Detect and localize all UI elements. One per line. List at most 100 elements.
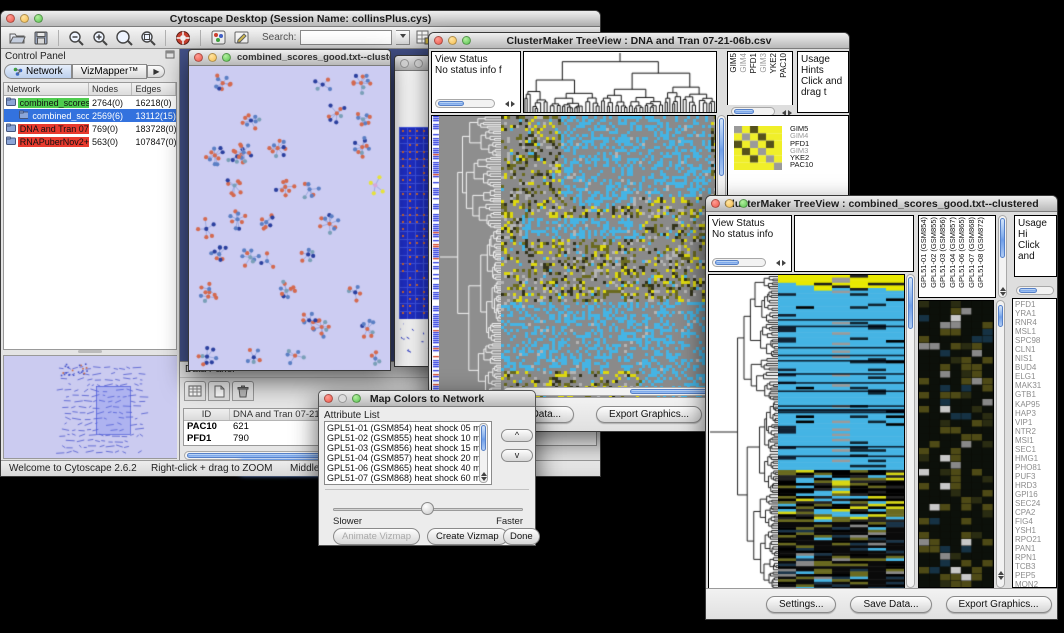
main-window-titlebar[interactable]: Cytoscape Desktop (Session Name: collins… xyxy=(1,11,600,27)
network-row[interactable]: DNA and Tran 07 769(0) 183728(0) xyxy=(4,122,176,135)
network-row[interactable]: combined_sco 2569(6) 13112(15) xyxy=(4,109,176,122)
tv2-gene-label[interactable]: MSL1 xyxy=(1015,327,1054,336)
zoom-selected-icon[interactable] xyxy=(138,29,158,47)
dialog-titlebar[interactable]: Map Colors to Network xyxy=(319,391,535,407)
tv2-gene-label[interactable]: PHO81 xyxy=(1015,463,1054,472)
tv2-column-label[interactable]: GPL51-06 (GSM865) xyxy=(958,217,967,288)
tv2-gene-label[interactable]: VIP1 xyxy=(1015,418,1054,427)
tv2-column-label[interactable]: GPL51-04 (GSM857) xyxy=(949,217,958,288)
col-header-nodes[interactable]: Nodes xyxy=(89,83,133,95)
col-header-network[interactable]: Network xyxy=(4,83,89,95)
tv2-column-label[interactable]: GPL51-08 (GSM872) xyxy=(977,217,986,288)
tv2-gene-label[interactable]: HMG1 xyxy=(1015,454,1054,463)
save-session-icon[interactable] xyxy=(31,29,51,47)
col-header-edges[interactable]: Edges xyxy=(132,83,176,95)
tv2-column-label[interactable]: GPL51-07 (GSM868) xyxy=(968,217,977,288)
col-header-id[interactable]: ID xyxy=(184,409,230,420)
search-input[interactable] xyxy=(300,30,392,45)
scroll-arrows[interactable] xyxy=(998,568,1004,583)
zoom-button[interactable] xyxy=(739,199,748,208)
tv2-gene-label[interactable]: TCB3 xyxy=(1015,562,1054,571)
tv2-gene-label[interactable]: BUD4 xyxy=(1015,363,1054,372)
tv1-gene-dendrogram[interactable] xyxy=(439,115,502,399)
tv2-gene-label[interactable]: MON2 xyxy=(1015,580,1054,588)
close-button[interactable] xyxy=(324,394,333,403)
vizmapper-icon[interactable] xyxy=(208,29,228,47)
tv2-gene-label[interactable]: GPI16 xyxy=(1015,490,1054,499)
tv1-column-label[interactable]: YKE2 xyxy=(769,53,778,73)
scrollbar-thumb[interactable] xyxy=(1019,288,1037,293)
close-button[interactable] xyxy=(400,59,409,68)
tv2-gene-label[interactable]: RPN1 xyxy=(1015,553,1054,562)
tv2-gene-label[interactable]: NTR2 xyxy=(1015,427,1054,436)
float-panel-icon[interactable] xyxy=(165,50,175,62)
panel-splitter[interactable] xyxy=(3,350,177,354)
treeview2-titlebar[interactable]: ClusterMaker TreeView : combined_scores_… xyxy=(706,196,1057,212)
tv2-gene-label[interactable]: SEC24 xyxy=(1015,499,1054,508)
scrollbar-thumb[interactable] xyxy=(734,109,754,114)
zoom-button[interactable] xyxy=(462,36,471,45)
open-file-icon[interactable] xyxy=(7,29,27,47)
tv1-column-label[interactable]: PAC10 xyxy=(779,53,788,78)
zoom-out-icon[interactable] xyxy=(66,29,86,47)
scrollbar-thumb[interactable] xyxy=(908,277,913,329)
tv2-gene-label[interactable]: YSH1 xyxy=(1015,526,1054,535)
close-button[interactable] xyxy=(6,14,15,23)
tv2-gene-label[interactable]: NIS1 xyxy=(1015,354,1054,363)
new-attribute-icon[interactable] xyxy=(208,381,230,401)
minimize-button[interactable] xyxy=(208,53,217,62)
treeview1-titlebar[interactable]: ClusterMaker TreeView : DNA and Tran 07-… xyxy=(429,33,849,49)
tv2-gene-label[interactable]: PAN1 xyxy=(1015,544,1054,553)
attribute-list-item[interactable]: GPL51-01 (GSM854) heat shock 05 min xyxy=(327,423,489,433)
tv1-similarity-matrix-canvas[interactable] xyxy=(734,126,782,170)
scrollbar-thumb[interactable] xyxy=(630,389,710,394)
annotation-icon[interactable] xyxy=(232,29,252,47)
scrollbar-thumb[interactable] xyxy=(481,425,486,451)
tv2-gene-label[interactable]: PFD1 xyxy=(1015,300,1054,309)
animate-vizmap-button[interactable]: Animate Vizmap xyxy=(333,528,420,545)
tv2-status-hscrollbar[interactable] xyxy=(712,258,766,267)
tv2-heatmap-vscrollbar[interactable] xyxy=(906,274,915,588)
help-lifering-icon[interactable] xyxy=(173,29,193,47)
tv2-column-label[interactable]: GPL51-03 (GSM856) xyxy=(939,217,948,288)
search-dropdown-button[interactable] xyxy=(396,30,410,45)
tv2-gene-label[interactable]: CLN1 xyxy=(1015,345,1054,354)
tv1-column-dendrogram[interactable] xyxy=(523,51,717,113)
minimize-button[interactable] xyxy=(414,59,423,68)
tv1-column-label[interactable]: PFD1 xyxy=(749,53,758,73)
attribute-list-item[interactable]: GPL51-03 (GSM856) heat shock 15 min xyxy=(327,443,489,453)
tv1-column-label[interactable]: GIM4 xyxy=(739,53,748,73)
scroll-arrows[interactable] xyxy=(502,101,518,107)
settings-button[interactable]: Settings... xyxy=(766,596,836,613)
network-row[interactable]: combined_scores 2764(0) 16218(0) xyxy=(4,96,176,109)
close-button[interactable] xyxy=(711,199,720,208)
close-button[interactable] xyxy=(194,53,203,62)
save-data-button[interactable]: Save Data... xyxy=(850,596,931,613)
tv1-column-label[interactable]: GIM5 xyxy=(729,53,738,73)
tv2-column-label[interactable]: GPL51-02 (GSM855) xyxy=(930,217,939,288)
scrollbar-thumb[interactable] xyxy=(719,118,724,176)
network-view-canvas[interactable] xyxy=(189,66,390,370)
tv2-gene-label[interactable]: MSI1 xyxy=(1015,436,1054,445)
export-graphics-button[interactable]: Export Graphics... xyxy=(946,596,1052,613)
select-attributes-icon[interactable] xyxy=(184,381,206,401)
zoom-button[interactable] xyxy=(34,14,43,23)
zoom-fit-icon[interactable] xyxy=(114,29,134,47)
minimize-button[interactable] xyxy=(338,394,347,403)
done-button[interactable]: Done xyxy=(503,528,540,545)
tv2-gene-label[interactable]: HAP3 xyxy=(1015,409,1054,418)
tv2-gene-label[interactable]: SPC98 xyxy=(1015,336,1054,345)
attribute-list-item[interactable]: GPL51-06 (GSM865) heat shock 40 min xyxy=(327,463,489,473)
tv2-gene-label[interactable]: SEC1 xyxy=(1015,445,1054,454)
scroll-arrows[interactable] xyxy=(1000,284,1006,299)
minimize-button[interactable] xyxy=(448,36,457,45)
tab-network[interactable]: Network xyxy=(4,64,72,79)
zoom-in-icon[interactable] xyxy=(90,29,110,47)
tab-vizmapper[interactable]: VizMapper™ xyxy=(72,64,148,79)
tv2-gene-label[interactable]: MAK31 xyxy=(1015,381,1054,390)
attribute-list-item[interactable]: GPL51-07 (GSM868) heat shock 60 min xyxy=(327,473,489,483)
network-window-titlebar[interactable]: combined_scores_good.txt--cluste... xyxy=(189,50,390,66)
scrollbar-thumb[interactable] xyxy=(715,260,739,265)
tv2-gene-label[interactable]: KAP95 xyxy=(1015,400,1054,409)
scrollbar-thumb[interactable] xyxy=(1000,218,1005,258)
